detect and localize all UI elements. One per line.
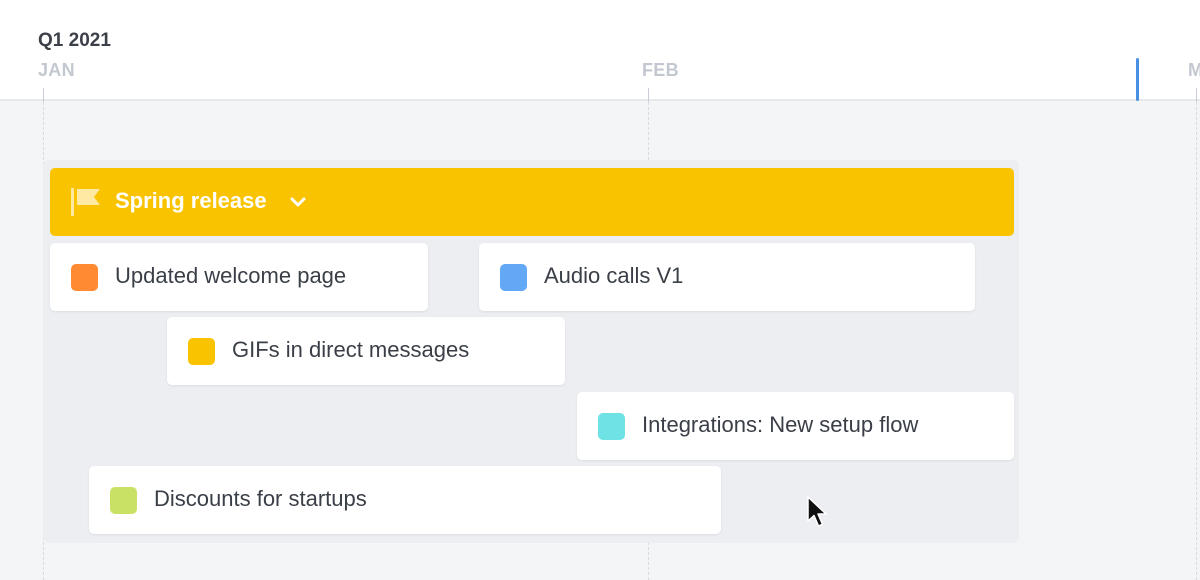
chevron-down-icon[interactable]	[289, 194, 307, 210]
month-label-feb: FEB	[642, 60, 679, 80]
roadmap-item-updated-welcome-page[interactable]: Updated welcome page	[50, 243, 428, 311]
status-swatch	[71, 264, 98, 291]
status-swatch	[598, 413, 625, 440]
item-label: GIFs in direct messages	[232, 337, 470, 362]
milestone-label: Spring release	[115, 188, 267, 213]
mouse-pointer-icon	[807, 496, 827, 527]
roadmap-item-integrations-new-setup-flow[interactable]: Integrations: New setup flow	[577, 392, 1014, 460]
month-tick-mar	[1196, 88, 1197, 102]
month-label-mar: M	[1188, 60, 1200, 80]
quarter-label: Q1 2021	[38, 30, 111, 51]
flag-icon	[71, 188, 100, 216]
status-swatch	[110, 487, 137, 514]
today-marker	[1136, 58, 1139, 101]
item-label: Updated welcome page	[115, 263, 347, 288]
month-label-jan: JAN	[38, 60, 75, 80]
roadmap-timeline-view: Q1 2021 JAN FEB M Spring release Updated…	[0, 0, 1200, 580]
gridline-mar	[1196, 102, 1197, 580]
roadmap-item-gifs-in-direct-messages[interactable]: GIFs in direct messages	[167, 317, 565, 385]
item-label: Audio calls V1	[544, 263, 684, 288]
status-swatch	[188, 338, 215, 365]
item-label: Discounts for startups	[154, 486, 367, 511]
roadmap-item-discounts-for-startups[interactable]: Discounts for startups	[89, 466, 721, 534]
month-tick-feb	[648, 88, 649, 102]
roadmap-item-audio-calls-v1[interactable]: Audio calls V1	[479, 243, 975, 311]
month-tick-jan	[43, 88, 44, 102]
timeline-header: Q1 2021 JAN FEB M	[0, 0, 1200, 102]
item-label: Integrations: New setup flow	[642, 412, 919, 437]
status-swatch	[500, 264, 527, 291]
